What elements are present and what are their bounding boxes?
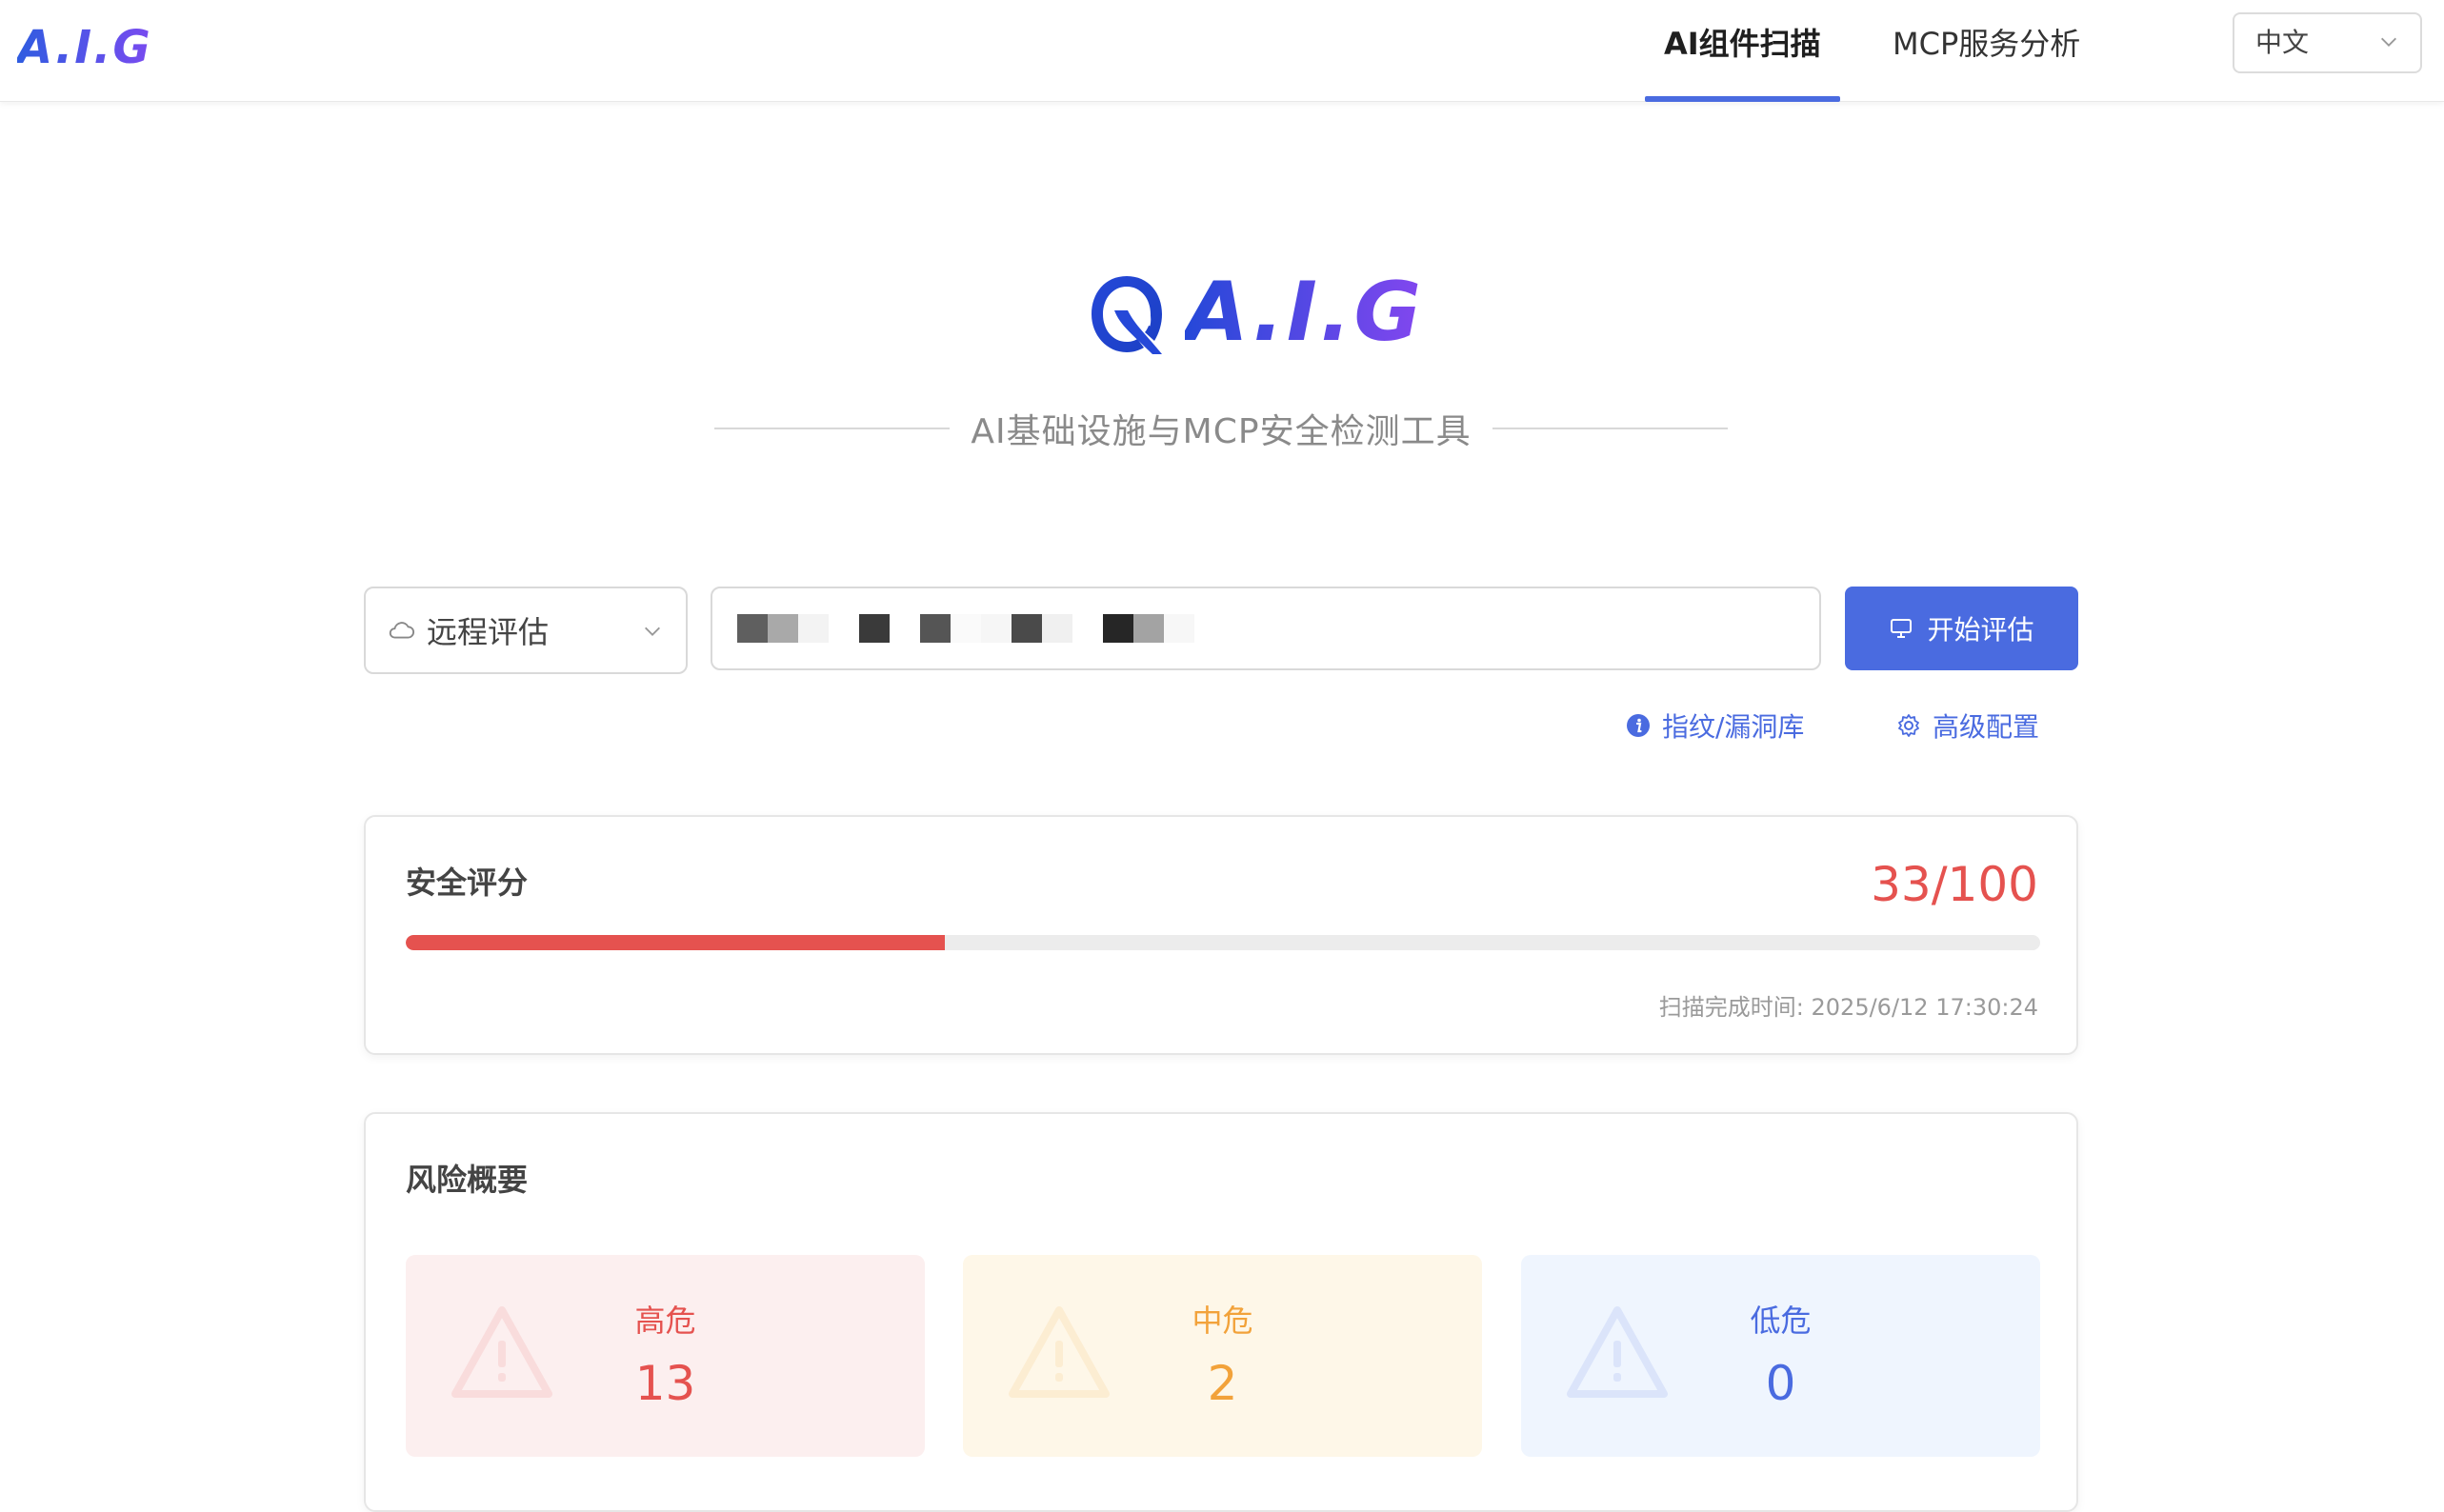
top-nav-bar: A.I.G AI组件扫描 MCP服务分析 中文 [0, 0, 2444, 102]
fingerprint-vuln-db-label: 指纹/漏洞库 [1662, 711, 1805, 743]
chevron-down-icon [2381, 37, 2396, 47]
risk-high-box[interactable]: 高危 13 [406, 1255, 925, 1457]
risk-low-count: 0 [1765, 1356, 1796, 1411]
advanced-config-label: 高级配置 [1933, 711, 2040, 743]
security-score-value: 33/100 [1871, 857, 2038, 912]
divider-right [1492, 428, 1728, 429]
gear-icon [1898, 714, 1919, 737]
risk-summary-card: 风险概要 高危 13 中危 2 低危 0 [364, 1112, 2078, 1512]
evaluation-mode-select[interactable]: 远程评估 [364, 587, 688, 674]
hero-logo: A.I.G [1086, 265, 1421, 360]
start-evaluation-button[interactable]: 开始评估 [1845, 587, 2078, 670]
fingerprint-vuln-db-link[interactable]: 指纹/漏洞库 [1626, 706, 1804, 745]
language-select-value: 中文 [2255, 27, 2310, 58]
security-score-progress-bar [406, 935, 2040, 950]
risk-medium-count: 2 [1207, 1356, 1238, 1411]
tab-ai-component-scan[interactable]: AI组件扫描 [1645, 0, 1840, 102]
target-url-input[interactable] [711, 587, 1821, 670]
security-score-card: 安全评分 33/100 扫描完成时间: 2025/6/12 17:30:24 [364, 815, 2078, 1055]
risk-high-count: 13 [634, 1356, 696, 1411]
risk-summary-title: 风险概要 [406, 1162, 529, 1198]
redacted-target-text [737, 614, 1194, 643]
advanced-config-link[interactable]: 高级配置 [1896, 706, 2039, 745]
brand-logo-small[interactable]: A.I.G [17, 21, 152, 74]
info-icon [1627, 714, 1650, 737]
start-evaluation-label: 开始评估 [1927, 614, 2034, 646]
risk-medium-label: 中危 [1192, 1303, 1253, 1339]
risk-high-label: 高危 [634, 1303, 696, 1339]
risk-low-box[interactable]: 低危 0 [1521, 1255, 2040, 1457]
scan-completion-time: 扫描完成时间: 2025/6/12 17:30:24 [1658, 994, 2038, 1021]
risk-low-label: 低危 [1750, 1303, 1812, 1339]
risk-medium-box[interactable]: 中危 2 [963, 1255, 1482, 1457]
security-score-title: 安全评分 [406, 865, 529, 901]
hero-subtitle: AI基础设施与MCP安全检测工具 [971, 412, 1472, 451]
chevron-down-icon [645, 627, 660, 636]
divider-left [714, 428, 951, 429]
tab-mcp-service-analysis[interactable]: MCP服务分析 [1873, 0, 2099, 102]
brand-emblem-icon [1092, 276, 1162, 354]
cloud-icon [389, 622, 414, 639]
evaluation-mode-value: 远程评估 [427, 614, 550, 650]
monitor-icon [1891, 619, 1913, 638]
language-select[interactable]: 中文 [2233, 12, 2422, 73]
hero-brand-text: A.I.G [1185, 265, 1425, 360]
security-score-progress-fill [406, 935, 946, 950]
hero-subtitle-row: AI基础设施与MCP安全检测工具 [714, 405, 1728, 452]
